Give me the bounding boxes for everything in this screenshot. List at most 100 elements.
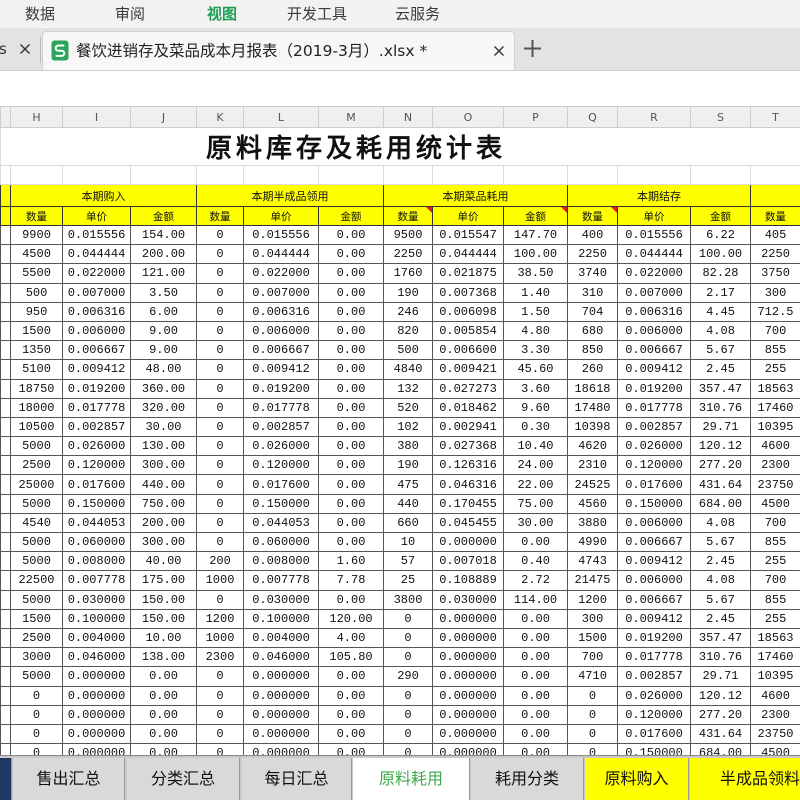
table-cell[interactable]: 0.006316	[62, 301, 131, 322]
table-cell[interactable]: 684.00	[690, 743, 751, 755]
table-cell[interactable]: 475	[383, 474, 433, 495]
table-cell[interactable]: 0.00	[318, 436, 384, 457]
table-cell[interactable]: 5000	[10, 493, 63, 514]
table-cell[interactable]: 0.009412	[62, 359, 131, 380]
table-cell[interactable]: 0.006316	[617, 301, 691, 322]
sub-header-quantity[interactable]: 数量	[567, 206, 618, 226]
table-cell[interactable]: 18750	[10, 378, 63, 399]
table-cell[interactable]: 0.00	[503, 531, 568, 553]
table-cell[interactable]: 150.00	[130, 608, 197, 629]
table-cell[interactable]: 10395	[750, 416, 800, 438]
table-cell[interactable]: 950	[10, 301, 63, 322]
table-cell[interactable]: 0.00	[318, 743, 384, 755]
table-cell[interactable]: 0.005854	[432, 320, 504, 342]
table-cell[interactable]: 0.00	[503, 704, 568, 725]
table-cell[interactable]: 0.007368	[432, 282, 504, 303]
table-cell[interactable]: 0.044444	[617, 244, 691, 265]
table-cell[interactable]: 0.007018	[432, 551, 504, 572]
table-cell[interactable]: 405	[750, 224, 800, 246]
table-cell[interactable]: 1.50	[503, 301, 568, 322]
table-cell[interactable]	[0, 224, 11, 246]
close-icon[interactable]	[493, 45, 505, 57]
table-cell[interactable]: 22500	[10, 570, 63, 591]
table-cell[interactable]: 0.022000	[243, 263, 319, 284]
table-cell[interactable]: 0.027273	[432, 378, 504, 399]
table-cell[interactable]: 310	[567, 282, 618, 303]
table-cell[interactable]: 24525	[567, 474, 618, 495]
table-cell[interactable]: 25	[383, 570, 433, 591]
table-cell[interactable]: 0.006667	[617, 531, 691, 553]
table-cell[interactable]	[0, 301, 11, 322]
table-cell[interactable]: 0.044053	[243, 512, 319, 534]
table-cell[interactable]: 9.60	[503, 397, 568, 418]
column-header-m[interactable]: M	[318, 106, 384, 128]
table-cell[interactable]: 0.00	[130, 743, 197, 755]
table-cell[interactable]: 121.00	[130, 263, 197, 284]
column-header-n[interactable]: N	[383, 106, 433, 128]
table-cell[interactable]: 2.72	[503, 570, 568, 591]
table-cell[interactable]: 820	[383, 320, 433, 342]
table-cell[interactable]	[0, 320, 11, 342]
table-cell[interactable]: 0.044444	[432, 244, 504, 265]
table-cell[interactable]: 120.12	[690, 685, 751, 706]
table-cell[interactable]: 5.67	[690, 589, 751, 610]
table-cell[interactable]: 18563	[750, 627, 800, 649]
table-cell[interactable]: 0.126316	[432, 455, 504, 476]
table-cell[interactable]: 5500	[10, 263, 63, 284]
table-cell[interactable]: 154.00	[130, 224, 197, 246]
table-cell[interactable]	[196, 165, 244, 185]
table-cell[interactable]: 0.00	[318, 493, 384, 514]
table-cell[interactable]: 0	[10, 704, 63, 725]
table-cell[interactable]: 0.009412	[617, 608, 691, 629]
table-cell[interactable]: 2250	[750, 244, 800, 265]
table-cell[interactable]	[0, 743, 11, 755]
column-header-i[interactable]: I	[62, 106, 131, 128]
table-cell[interactable]: 17480	[567, 397, 618, 418]
table-cell[interactable]: 0.00	[318, 685, 384, 706]
table-cell[interactable]: 0	[196, 723, 244, 745]
table-cell[interactable]	[0, 436, 11, 457]
table-cell[interactable]: 0.002857	[617, 416, 691, 438]
table-cell[interactable]: 3750	[750, 263, 800, 284]
sheet-tab-material-purchase[interactable]: 原料购入	[585, 758, 689, 800]
table-cell[interactable]: 0.030000	[62, 589, 131, 610]
table-cell[interactable]: 0	[383, 723, 433, 745]
table-cell[interactable]: 0.00	[318, 263, 384, 284]
table-cell[interactable]: 246	[383, 301, 433, 322]
table-cell[interactable]: 0.030000	[432, 589, 504, 610]
group-header-closing-stock[interactable]: 本期结存	[567, 184, 751, 207]
table-cell[interactable]: 0	[383, 627, 433, 649]
menu-developer-tools[interactable]: 开发工具	[287, 4, 347, 24]
table-cell[interactable]: 0.000000	[432, 723, 504, 745]
table-cell[interactable]: 0.30	[503, 416, 568, 438]
table-cell[interactable]	[0, 244, 11, 265]
close-icon[interactable]	[19, 43, 31, 55]
table-cell[interactable]: 1000	[196, 627, 244, 649]
sheet-tab-category-summary[interactable]: 分类汇总	[127, 758, 240, 800]
table-cell[interactable]: 0.00	[130, 685, 197, 706]
table-cell[interactable]: 1760	[383, 263, 433, 284]
table-cell[interactable]: 5.67	[690, 340, 751, 361]
table-cell[interactable]	[0, 531, 11, 553]
table-cell[interactable]: 0.150000	[617, 493, 691, 514]
table-cell[interactable]: 29.71	[690, 416, 751, 438]
sub-header-quantity[interactable]: 数量	[10, 206, 63, 226]
table-cell[interactable]: 680	[567, 320, 618, 342]
sub-header-unit-price[interactable]: 单价	[432, 206, 504, 226]
table-cell[interactable]	[318, 165, 384, 185]
table-cell[interactable]: 0	[567, 704, 618, 725]
table-cell[interactable]	[0, 282, 11, 303]
table-cell[interactable]	[0, 512, 11, 534]
table-cell[interactable]: 40.00	[130, 551, 197, 572]
table-cell[interactable]: 0.00	[130, 723, 197, 745]
table-cell[interactable]: 4.08	[690, 570, 751, 591]
table-cell[interactable]: 9500	[383, 224, 433, 246]
sub-header-unit-price[interactable]: 单价	[617, 206, 691, 226]
column-header-t[interactable]: T	[750, 106, 800, 128]
table-cell[interactable]: 0.022000	[617, 263, 691, 284]
table-cell[interactable]: 2300	[196, 647, 244, 668]
sub-header-amount[interactable]: 金额	[130, 206, 197, 226]
active-document-tab[interactable]: 餐饮进销存及菜品成本月报表（2019-3月）.xlsx *	[42, 31, 515, 70]
table-cell[interactable]: 0.40	[503, 551, 568, 572]
table-cell[interactable]: 45.60	[503, 359, 568, 380]
